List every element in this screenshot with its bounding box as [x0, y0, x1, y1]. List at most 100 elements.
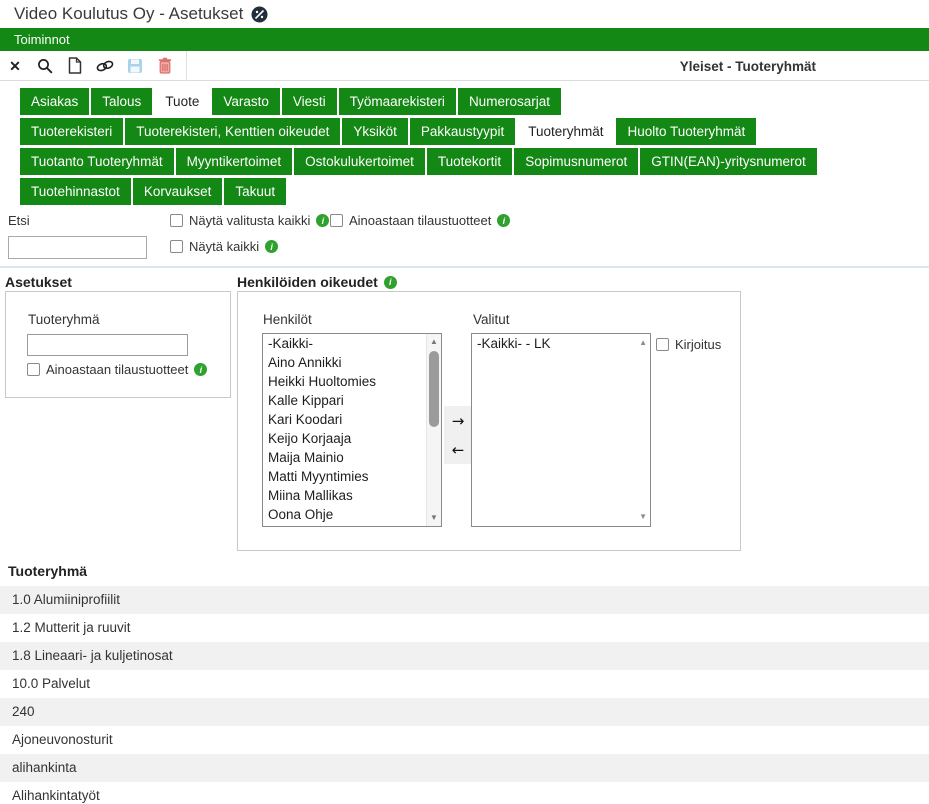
list-item[interactable]: Aino Annikki [263, 353, 425, 372]
filter-section: Etsi Näytä valitusta kaikki i Ainoastaan… [0, 210, 929, 266]
product-group-field-label: Tuoteryhmä [28, 312, 100, 327]
info-icon[interactable]: i [497, 214, 510, 227]
list-item[interactable]: Matti Myyntimies [263, 467, 425, 486]
menu-bar: Toiminnot [0, 28, 929, 51]
order-products-only-checkbox[interactable] [330, 214, 343, 227]
list-item[interactable]: Keijo Korjaaja [263, 429, 425, 448]
tab-viesti[interactable]: Viesti [282, 88, 337, 115]
order-products-only-option: Ainoastaan tilaustuotteet i [330, 213, 510, 228]
tab-tuotekortit[interactable]: Tuotekortit [427, 148, 512, 175]
tab-numerosarjat[interactable]: Numerosarjat [458, 88, 561, 115]
search-input[interactable] [8, 236, 147, 259]
info-icon[interactable]: i [194, 363, 207, 376]
toolbar-separator [186, 51, 187, 81]
people-listbox[interactable]: -Kaikki- Aino Annikki Heikki Huoltomies … [262, 333, 442, 527]
move-right-button[interactable]: → [444, 406, 472, 435]
context-title: Yleiset - Tuoteryhmät [680, 51, 816, 81]
save-button[interactable] [120, 51, 150, 81]
trash-icon [158, 57, 172, 74]
tab-tuoteryhmat[interactable]: Tuoteryhmät [517, 118, 614, 145]
write-permission-checkbox[interactable] [656, 338, 669, 351]
new-document-button[interactable] [60, 51, 90, 81]
tab-tuotanto-tuoteryhmat[interactable]: Tuotanto Tuoteryhmät [20, 148, 174, 175]
list-item[interactable]: Kari Koodari [263, 410, 425, 429]
tab-tyomaarekisteri[interactable]: Työmaarekisteri [339, 88, 456, 115]
tab-tuotehinnastot[interactable]: Tuotehinnastot [20, 178, 131, 205]
scrollbar-thumb[interactable] [429, 351, 439, 427]
menu-toiminnot[interactable]: Toiminnot [14, 32, 70, 47]
delete-button[interactable] [150, 51, 180, 81]
tab-ostokulukertoimet[interactable]: Ostokulukertoimet [294, 148, 425, 175]
new-document-icon [68, 57, 82, 74]
toolbar: ✕ [0, 51, 929, 81]
show-selected-all-checkbox[interactable] [170, 214, 183, 227]
save-icon [127, 58, 143, 74]
search-label: Etsi [8, 213, 30, 228]
scroll-down-icon[interactable]: ▼ [639, 512, 647, 522]
list-item[interactable]: Miina Mallikas [263, 486, 425, 505]
link-button[interactable] [90, 51, 120, 81]
scroll-up-icon[interactable]: ▲ [639, 338, 647, 348]
info-icon[interactable]: i [265, 240, 278, 253]
scroll-down-icon[interactable]: ▼ [427, 513, 441, 523]
tab-row-3: Tuotanto Tuoteryhmät Myyntikertoimet Ost… [20, 148, 929, 175]
table-row[interactable]: 1.0 Alumiiniprofiilit [0, 586, 929, 614]
list-item[interactable]: Kalle Kippari [263, 391, 425, 410]
product-group-input[interactable] [27, 334, 188, 356]
tab-huolto-tuoteryhmat[interactable]: Huolto Tuoteryhmät [616, 118, 756, 145]
list-item[interactable]: -Kaikki- [263, 334, 425, 353]
info-icon[interactable]: i [316, 214, 329, 227]
settings-order-products-label: Ainoastaan tilaustuotteet [46, 362, 188, 377]
tab-takuut[interactable]: Takuut [224, 178, 286, 205]
selected-listbox[interactable]: -Kaikki- - LK ▲ ▼ [471, 333, 651, 527]
show-all-label: Näytä kaikki [189, 239, 259, 254]
tab-asiakas[interactable]: Asiakas [20, 88, 89, 115]
settings-order-products-checkbox[interactable] [27, 363, 40, 376]
close-button[interactable]: ✕ [0, 51, 30, 81]
tab-row-4: Tuotehinnastot Korvaukset Takuut [20, 178, 929, 205]
search-button[interactable] [30, 51, 60, 81]
list-item[interactable]: Maija Mainio [263, 448, 425, 467]
table-row[interactable]: 240 [0, 698, 929, 726]
tab-yksikot[interactable]: Yksiköt [342, 118, 408, 145]
tab-varasto[interactable]: Varasto [212, 88, 280, 115]
list-item[interactable]: Heikki Huoltomies [263, 372, 425, 391]
show-all-checkbox[interactable] [170, 240, 183, 253]
show-selected-all-option: Näytä valitusta kaikki i [170, 213, 329, 228]
list-item[interactable]: -Kaikki- - LK [472, 334, 650, 353]
show-all-option: Näytä kaikki i [170, 239, 278, 254]
order-products-only-label: Ainoastaan tilaustuotteet [349, 213, 491, 228]
tab-tuoterekisteri[interactable]: Tuoterekisteri [20, 118, 123, 145]
arrow-left-icon: ← [452, 441, 465, 459]
tab-row-2: Tuoterekisteri Tuoterekisteri, Kenttien … [20, 118, 929, 145]
show-selected-all-label: Näytä valitusta kaikki [189, 213, 310, 228]
table-row[interactable]: Alihankintatyöt [0, 782, 929, 804]
people-scrollbar[interactable]: ▲ ▼ [426, 334, 441, 526]
tab-row-1: Asiakas Talous Tuote Varasto Viesti Työm… [20, 88, 929, 115]
move-left-button[interactable]: ← [444, 435, 472, 464]
permissions-panel: Henkilöt -Kaikki- Aino Annikki Heikki Hu… [237, 291, 741, 551]
tab-talous[interactable]: Talous [91, 88, 152, 115]
table-row[interactable]: Ajoneuvonosturit [0, 726, 929, 754]
close-icon: ✕ [9, 59, 21, 73]
tab-sopimusnumerot[interactable]: Sopimusnumerot [514, 148, 638, 175]
tab-korvaukset[interactable]: Korvaukset [133, 178, 223, 205]
tab-tuote[interactable]: Tuote [154, 88, 210, 115]
tab-tuoterekisteri-kenttien-oikeudet[interactable]: Tuoterekisteri, Kenttien oikeudet [125, 118, 340, 145]
table-row[interactable]: 1.8 Lineaari- ja kuljetinosat [0, 642, 929, 670]
write-permission-label: Kirjoitus [675, 337, 721, 352]
settings-tabs: Asiakas Talous Tuote Varasto Viesti Työm… [20, 88, 929, 208]
title-bar: Video Koulutus Oy - Asetukset [0, 0, 929, 28]
write-permission-option: Kirjoitus [656, 337, 721, 352]
info-icon[interactable]: i [384, 276, 397, 289]
tab-myyntikertoimet[interactable]: Myyntikertoimet [176, 148, 293, 175]
tab-pakkaustyypit[interactable]: Pakkaustyypit [410, 118, 515, 145]
scroll-up-icon[interactable]: ▲ [427, 337, 441, 347]
table-row[interactable]: alihankinta [0, 754, 929, 782]
product-groups-table: 1.0 Alumiiniprofiilit 1.2 Mutterit ja ru… [0, 586, 929, 804]
table-row[interactable]: 10.0 Palvelut [0, 670, 929, 698]
tab-gtin-ean-yritysnumerot[interactable]: GTIN(EAN)-yritysnumerot [640, 148, 817, 175]
list-item[interactable]: Oona Ohje [263, 505, 425, 524]
table-row[interactable]: 1.2 Mutterit ja ruuvit [0, 614, 929, 642]
help-icon[interactable] [251, 6, 268, 23]
